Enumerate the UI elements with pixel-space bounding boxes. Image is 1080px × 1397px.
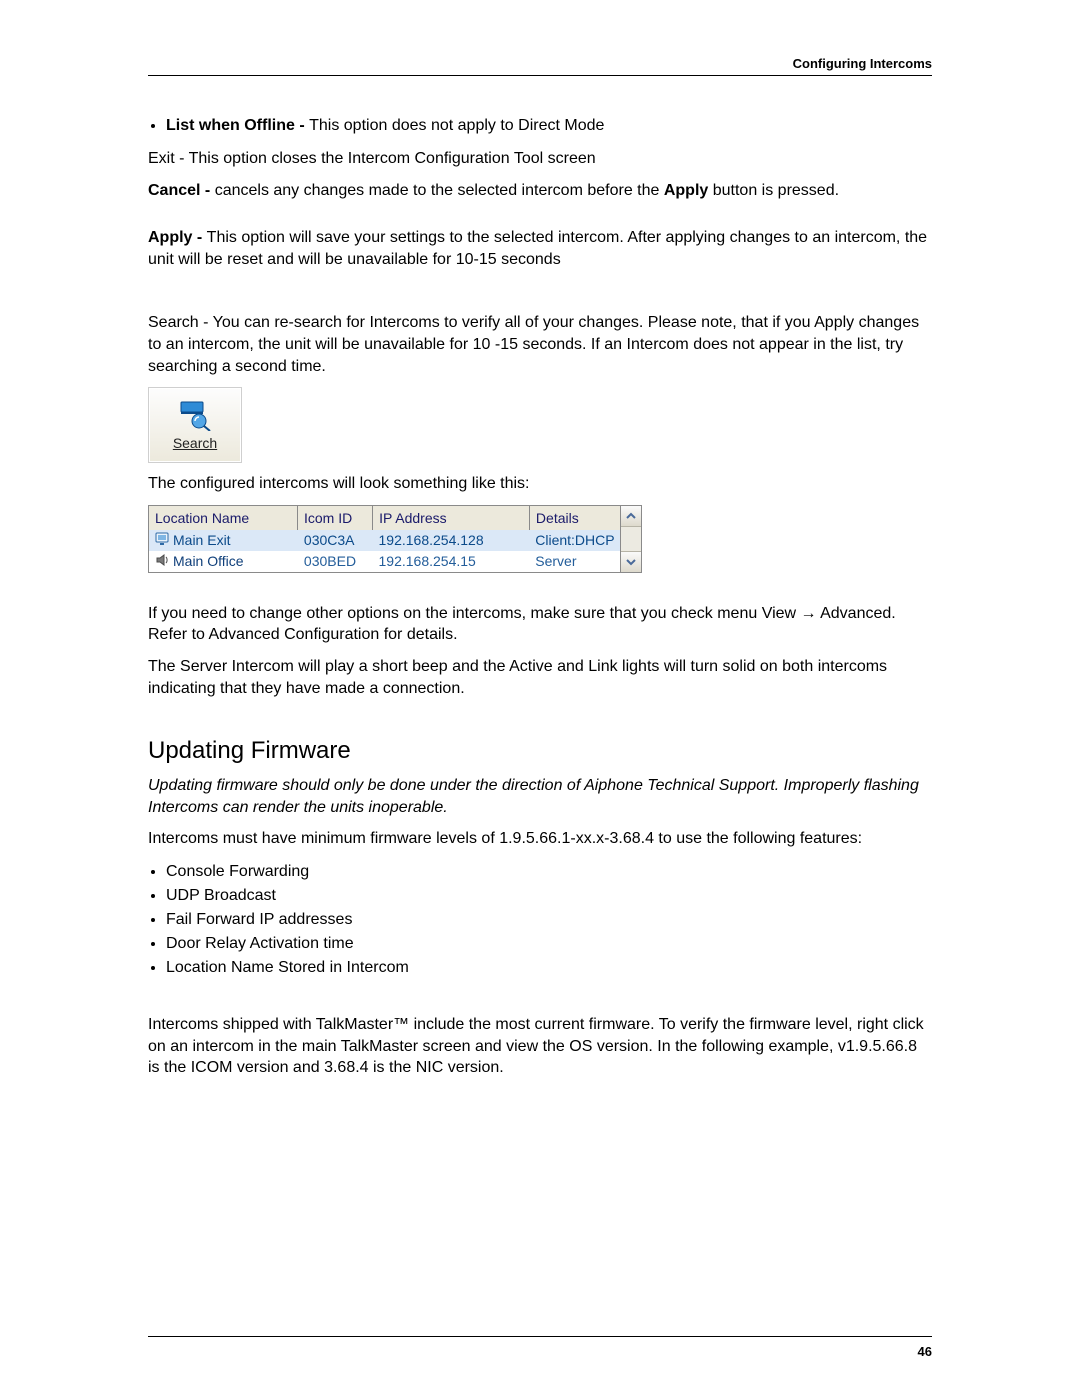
cell-location: Main Office: [173, 553, 244, 569]
options-list: List when Offline - This option does not…: [166, 114, 932, 138]
label-apply: Apply -: [148, 229, 207, 246]
text: cancels any changes made to the selected…: [215, 182, 664, 199]
cancel-line: Cancel - cancels any changes made to the…: [148, 180, 932, 202]
text: This option will save your settings to t…: [148, 229, 927, 268]
chevron-down-icon: [626, 554, 636, 570]
footer-rule: [148, 1336, 932, 1337]
cell-icom: 030BED: [298, 551, 373, 572]
cell-ip: 192.168.254.128: [373, 530, 530, 551]
search-icon: [175, 399, 215, 431]
list-item: Fail Forward IP addresses: [166, 908, 932, 932]
list-item: Location Name Stored in Intercom: [166, 956, 932, 980]
search-paragraph: Search - You can re-search for Intercoms…: [148, 312, 932, 377]
label-cancel: Cancel -: [148, 182, 215, 199]
list-item: Door Relay Activation time: [166, 932, 932, 956]
table-body: Main Exit 030C3A 192.168.254.128 Client:…: [149, 530, 641, 572]
search-button[interactable]: Search: [148, 387, 242, 463]
table-row[interactable]: Main Exit 030C3A 192.168.254.128 Client:…: [149, 530, 641, 551]
list-item: Console Forwarding: [166, 860, 932, 884]
scroll-down-button[interactable]: [621, 551, 641, 572]
apply-line: Apply - This option will save your setti…: [148, 227, 932, 270]
post-table-2: The Server Intercom will play a short be…: [148, 656, 932, 699]
post-table-1: If you need to change other options on t…: [148, 603, 932, 646]
cell-icom: 030C3A: [298, 530, 373, 551]
intercom-table: Location Name Icom ID IP Address Details…: [148, 505, 642, 573]
col-location-name[interactable]: Location Name: [149, 506, 298, 530]
text: This option does not apply to Direct Mod…: [309, 117, 604, 134]
table-header-row: Location Name Icom ID IP Address Details: [149, 506, 641, 530]
text: button is pressed.: [708, 182, 839, 199]
col-ip-address[interactable]: IP Address: [373, 506, 530, 530]
scroll-up-button[interactable]: [621, 506, 641, 527]
page-number: 46: [918, 1344, 932, 1359]
firmware-warning: Updating firmware should only be done un…: [148, 775, 932, 818]
cell-location: Main Exit: [173, 532, 231, 548]
chevron-up-icon: [626, 508, 636, 524]
section-heading-updating-firmware: Updating Firmware: [148, 737, 932, 765]
list-item: List when Offline - This option does not…: [166, 114, 932, 138]
exit-line: Exit - This option closes the Intercom C…: [148, 148, 932, 170]
col-icom-id[interactable]: Icom ID: [298, 506, 373, 530]
monitor-icon: [155, 532, 171, 549]
table-row[interactable]: Main Office 030BED 192.168.254.15 Server: [149, 551, 641, 572]
configured-line: The configured intercoms will look somet…: [148, 473, 932, 495]
speaker-icon: [155, 553, 171, 570]
search-button-label: Search: [173, 435, 217, 451]
shipping-paragraph: Intercoms shipped with TalkMaster™ inclu…: [148, 1014, 932, 1079]
min-firmware-line: Intercoms must have minimum firmware lev…: [148, 828, 932, 850]
running-header: Configuring Intercoms: [793, 56, 932, 71]
header-rule: [148, 75, 932, 76]
cell-ip: 192.168.254.15: [373, 551, 530, 572]
label-list-offline: List when Offline -: [166, 117, 309, 134]
scrollbar[interactable]: [620, 506, 641, 572]
label-apply-inline: Apply: [664, 182, 708, 199]
features-list: Console Forwarding UDP Broadcast Fail Fo…: [166, 860, 932, 980]
list-item: UDP Broadcast: [166, 884, 932, 908]
